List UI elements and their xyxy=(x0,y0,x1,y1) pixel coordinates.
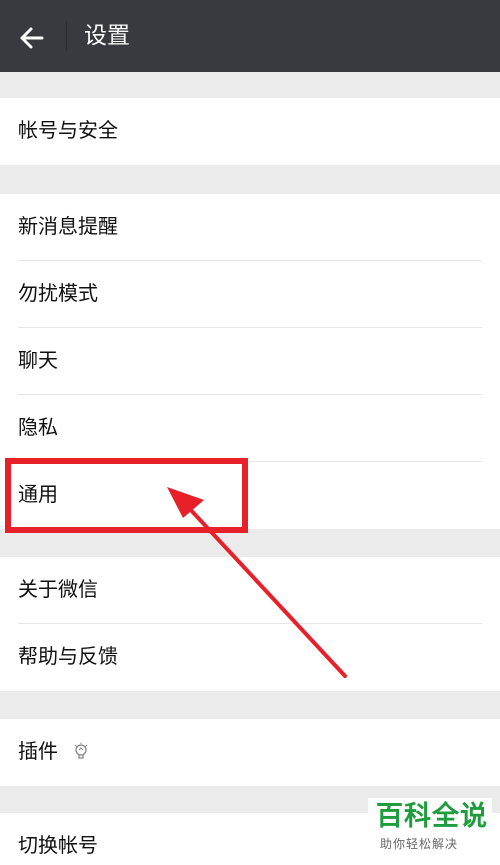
settings-item-label: 聊天 xyxy=(18,348,58,372)
settings-item-privacy[interactable]: 隐私 xyxy=(0,395,500,462)
lightbulb-icon xyxy=(74,742,88,759)
top-bar: 设置 xyxy=(0,0,500,72)
settings-item-account-security[interactable]: 帐号与安全 xyxy=(0,98,500,165)
settings-item-general[interactable]: 通用 xyxy=(0,462,500,529)
settings-item-new-message-alerts[interactable]: 新消息提醒 xyxy=(0,194,500,261)
settings-item-label: 帐号与安全 xyxy=(18,118,118,142)
settings-item-chats[interactable]: 聊天 xyxy=(0,328,500,395)
settings-item-help-feedback[interactable]: 帮助与反馈 xyxy=(0,624,500,691)
group-account: 帐号与安全 xyxy=(0,98,500,165)
watermark: 百科全说 助你轻松解决 xyxy=(368,798,492,860)
settings-item-label: 隐私 xyxy=(18,415,58,439)
back-arrow-icon[interactable] xyxy=(14,20,50,56)
watermark-subtitle: 助你轻松解决 xyxy=(380,837,459,851)
settings-item-label: 插件 xyxy=(18,739,58,763)
settings-item-label: 关于微信 xyxy=(18,577,98,601)
group-about: 关于微信 帮助与反馈 xyxy=(0,557,500,691)
settings-item-label: 勿扰模式 xyxy=(18,281,98,305)
settings-item-label: 帮助与反馈 xyxy=(18,644,118,668)
header-divider xyxy=(66,21,67,51)
settings-item-about-wechat[interactable]: 关于微信 xyxy=(0,557,500,624)
settings-item-do-not-disturb[interactable]: 勿扰模式 xyxy=(0,261,500,328)
settings-item-label: 切换帐号 xyxy=(18,833,98,857)
watermark-title: 百科全说 xyxy=(376,801,488,832)
settings-item-label: 通用 xyxy=(18,482,58,506)
group-general: 新消息提醒 勿扰模式 聊天 隐私 通用 xyxy=(0,194,500,529)
settings-item-label: 新消息提醒 xyxy=(18,214,118,238)
page-title: 设置 xyxy=(84,23,130,49)
